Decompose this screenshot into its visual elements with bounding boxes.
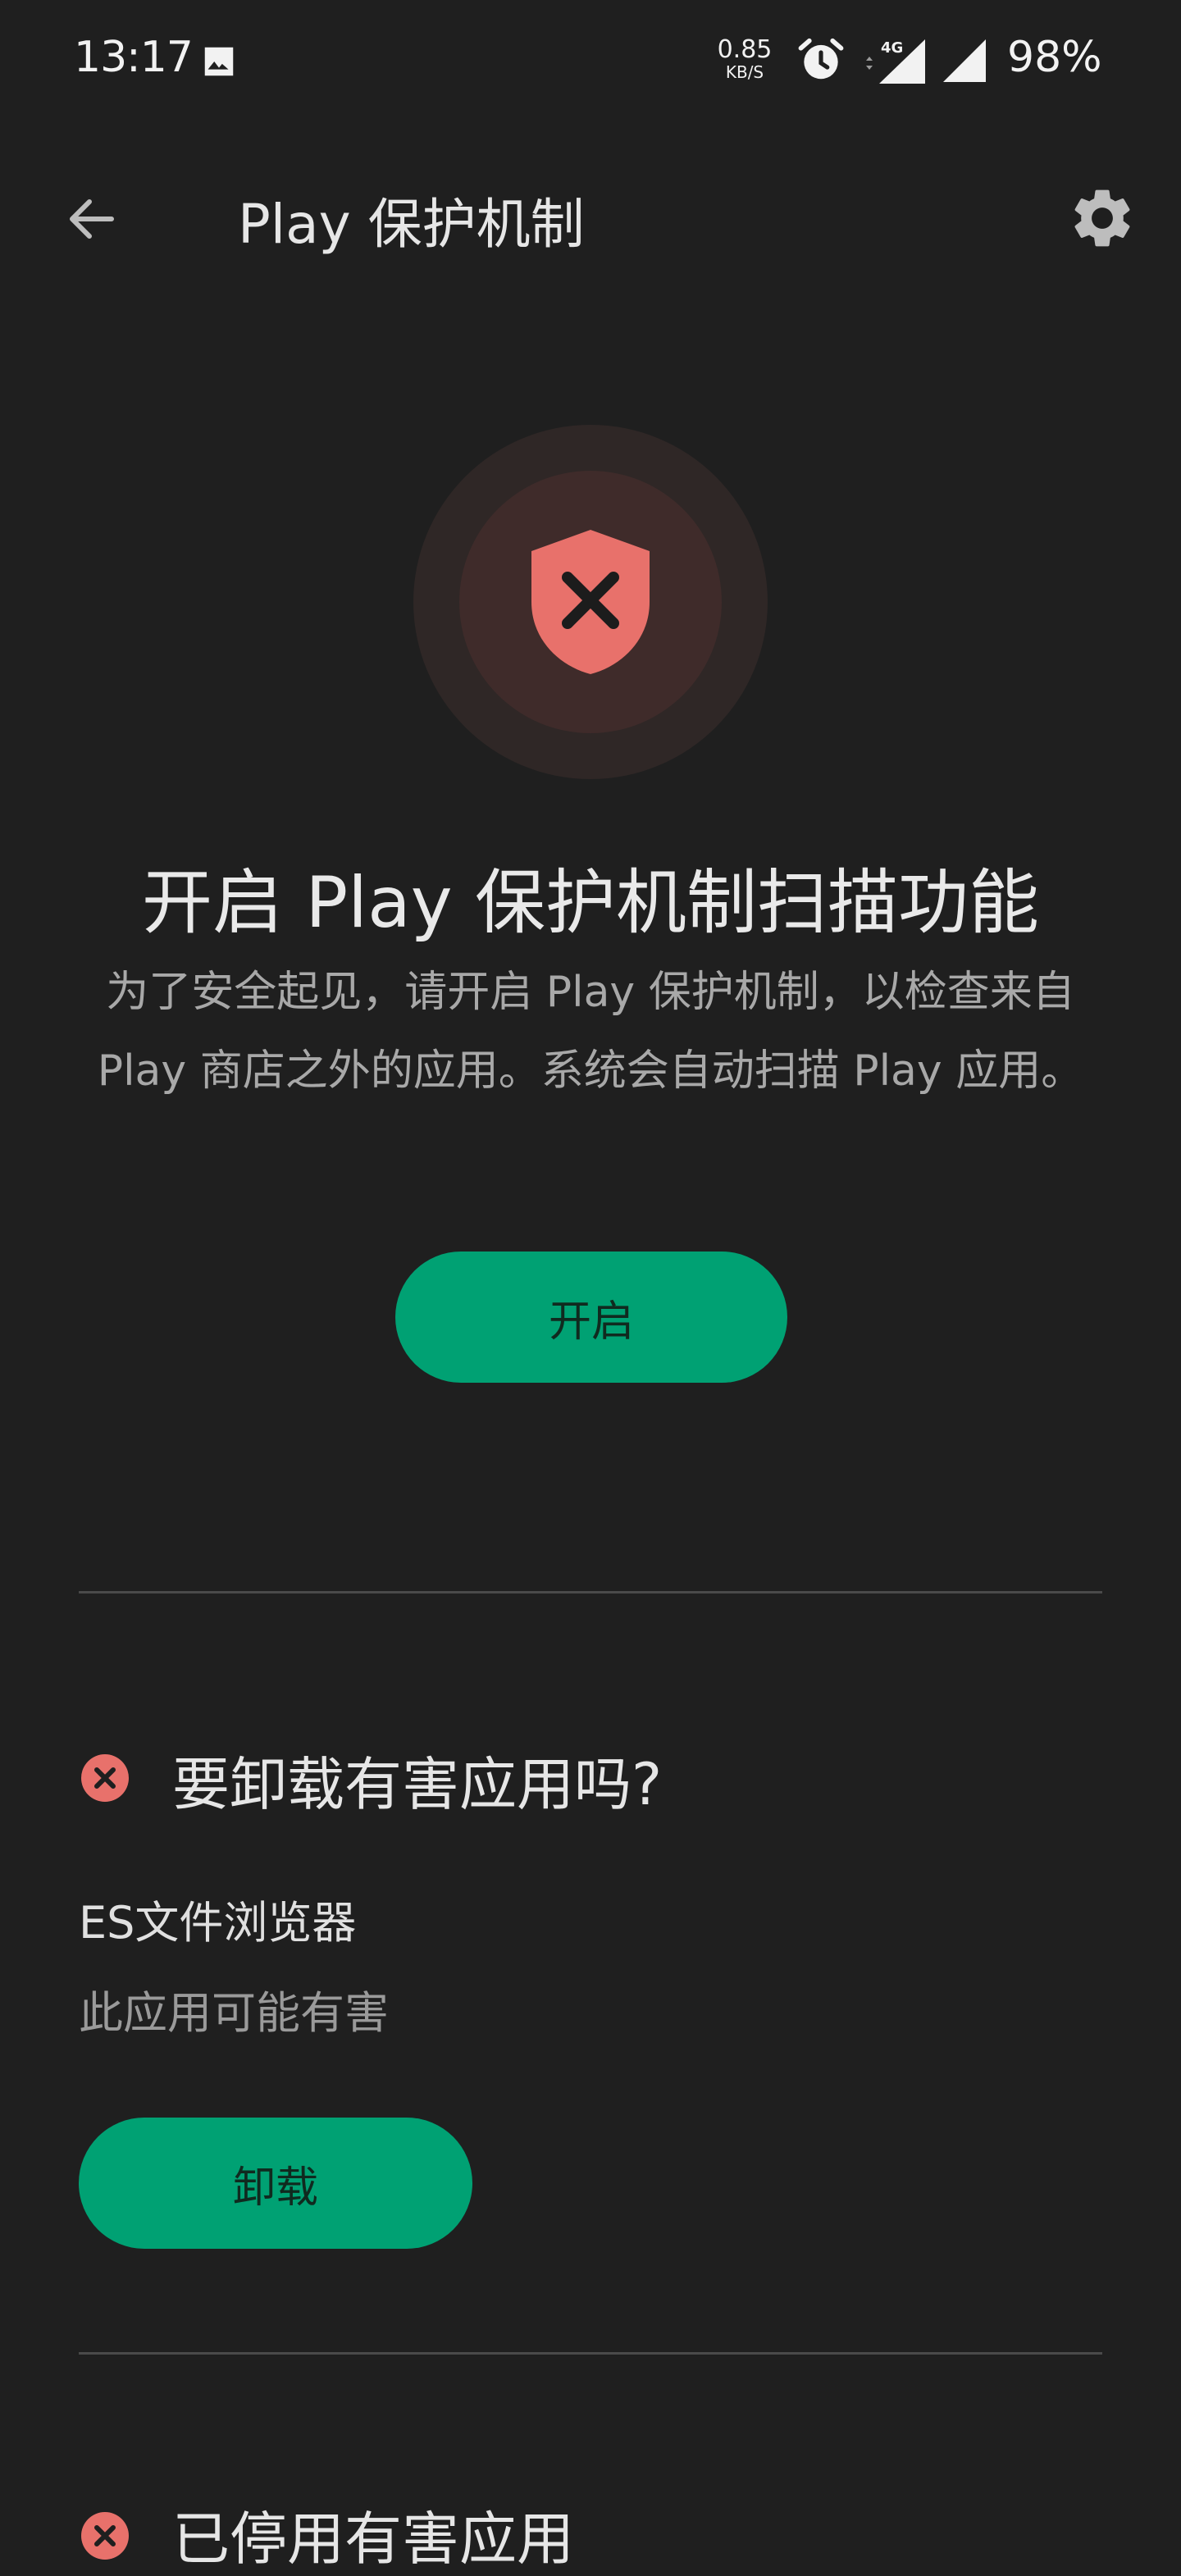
harmful-apps-heading: 要卸载有害应用吗? (172, 1751, 663, 1818)
gear-icon (1074, 189, 1130, 247)
harmful-app-name: ES文件浏览器 (79, 1897, 357, 1949)
shield-x-icon (531, 530, 650, 674)
error-icon (81, 1754, 129, 1802)
hero-title: 开启 Play 保护机制扫描功能 (141, 862, 1040, 944)
divider (79, 1591, 1102, 1593)
harmful-app-status: 此应用可能有害 (79, 1987, 389, 2039)
page-title: Play 保护机制 (238, 193, 585, 256)
settings-button[interactable] (1061, 177, 1143, 259)
app-bar: Play 保护机制 (0, 148, 1181, 279)
enable-scan-button[interactable]: 开启 (395, 1252, 787, 1383)
image-icon (204, 47, 234, 76)
network-speed-unit: KB/S (725, 62, 764, 82)
error-icon (81, 2512, 129, 2560)
battery-percentage: 98% (1007, 33, 1102, 82)
hero-description: 为了安全起见，请开启 Play 保护机制，以检查来自 Play 商店之外的应用。… (97, 968, 1084, 1096)
network-type-label: 4G (881, 39, 903, 57)
network-speed-value: 0.85 (717, 35, 773, 64)
divider (79, 2352, 1102, 2355)
arrow-back-icon (70, 199, 114, 239)
back-button[interactable] (51, 178, 133, 260)
disabled-apps-heading: 已停用有害应用 (172, 2505, 574, 2573)
signal-icon (943, 39, 986, 82)
network-speed: 0.85 KB/S (712, 35, 777, 82)
uninstall-button[interactable]: 卸载 (79, 2118, 472, 2249)
status-time: 13:17 (74, 33, 194, 82)
signal-4g-icon: 4G (866, 39, 925, 84)
alarm-icon (798, 38, 844, 80)
status-bar: 13:17 0.85 KB/S 4G 98% (0, 0, 1181, 123)
